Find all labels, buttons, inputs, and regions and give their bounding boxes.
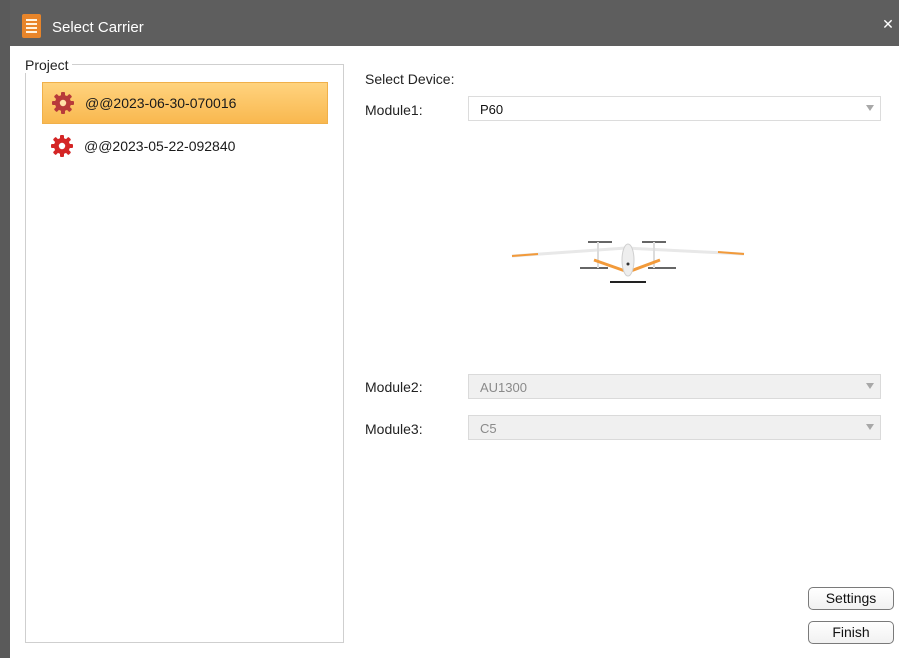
title-bar: Select Carrier ✕ [10, 0, 899, 46]
chevron-down-icon [866, 424, 874, 430]
module1-select[interactable]: P60 [468, 96, 881, 121]
project-item-label: @@2023-05-22-092840 [84, 138, 236, 154]
settings-button[interactable]: Settings [808, 587, 894, 610]
module3-label: Module3: [365, 421, 423, 437]
vtol-drone-image [511, 241, 745, 283]
module2-select[interactable]: AU1300 [468, 374, 881, 399]
window-title: Select Carrier [52, 19, 144, 36]
select-carrier-window: Select Carrier ✕ Project @@2023-06-30-07… [0, 0, 899, 658]
finish-button[interactable]: Finish [808, 621, 894, 644]
module3-value: C5 [480, 421, 497, 436]
app-icon [22, 14, 41, 38]
chevron-down-icon [866, 383, 874, 389]
chevron-down-icon [866, 105, 874, 111]
project-item[interactable]: @@2023-06-30-070016 [42, 82, 328, 124]
select-device-heading: Select Device: [365, 71, 455, 87]
module2-value: AU1300 [480, 380, 527, 395]
module2-label: Module2: [365, 379, 423, 395]
module1-value: P60 [480, 102, 504, 117]
project-legend: Project [23, 57, 72, 73]
close-icon[interactable]: ✕ [881, 17, 895, 31]
module3-select[interactable]: C5 [468, 415, 881, 440]
gear-icon [52, 92, 74, 114]
module1-label: Module1: [365, 102, 423, 118]
project-item[interactable]: @@2023-05-22-092840 [42, 126, 328, 168]
gear-icon [51, 135, 73, 157]
project-item-label: @@2023-06-30-070016 [85, 95, 237, 111]
